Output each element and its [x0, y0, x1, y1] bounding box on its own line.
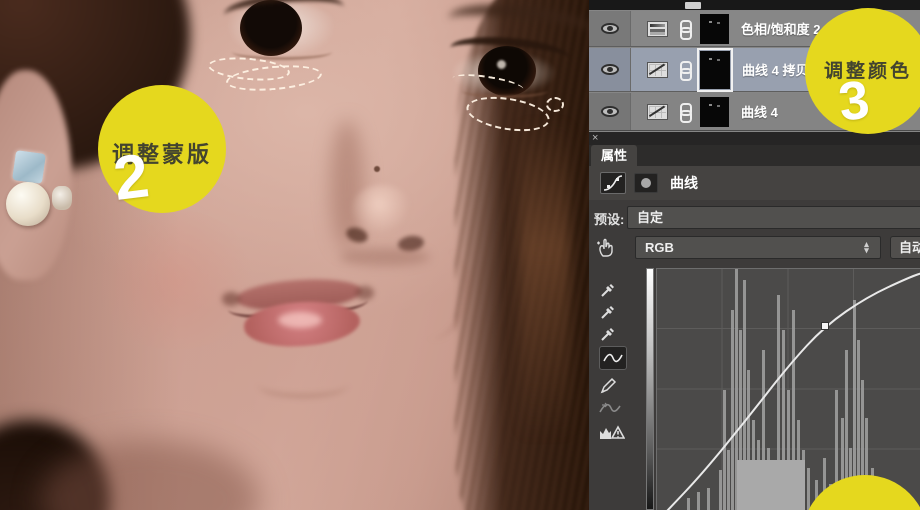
visibility-cell[interactable]	[589, 11, 631, 46]
layers-panel: 色相/饱和度 2 曲线 4 拷贝 曲线 4 调整颜色 3	[589, 0, 920, 134]
curve-grid[interactable]: 调整曲线 1	[656, 268, 920, 510]
mask-paint-dots	[709, 20, 712, 23]
mask-paint-dots	[709, 103, 712, 106]
link-mask-icon	[678, 20, 692, 40]
tone-curve[interactable]	[657, 269, 920, 510]
dropdown-stepper-icon[interactable]: ▴ ▾	[860, 240, 873, 255]
hue-saturation-adjustment-icon[interactable]	[647, 20, 668, 37]
curves-adjustment-icon[interactable]	[647, 103, 668, 120]
mask-circle	[641, 178, 651, 188]
curves-tool-column	[589, 262, 643, 510]
nose-tip	[352, 185, 412, 233]
annotation-circle-mask: 调整蒙版 2	[98, 85, 226, 214]
panels-column: 色相/饱和度 2 曲线 4 拷贝 曲线 4 调整颜色 3 × 属性 曲线 预设:…	[589, 0, 920, 510]
panel-tab-bar: 属性	[589, 145, 920, 166]
photoshop-tutorial-screenshot: 调整蒙版 2 色相/饱和度 2 曲线 4 拷贝 曲线 4 调整颜色 3 × 属性…	[0, 0, 920, 510]
tab-properties[interactable]: 属性	[591, 145, 638, 166]
properties-panel: × 属性 曲线 预设: 自定 RGB ▴ ▾ 自	[589, 132, 920, 510]
eye-icon[interactable]	[600, 106, 619, 117]
lip-highlight	[278, 312, 322, 328]
layer-thumbnail	[685, 2, 701, 9]
curves-adjustment-icon[interactable]	[647, 61, 668, 78]
layer-name[interactable]: 曲线 4	[741, 102, 778, 121]
close-icon[interactable]: ×	[592, 132, 598, 145]
curve-control-point[interactable]	[821, 322, 829, 330]
channel-value: RGB	[645, 240, 674, 255]
adjustment-title: 曲线	[670, 175, 698, 191]
preset-dropdown[interactable]: 自定	[627, 206, 920, 229]
preset-row: 预设: 自定	[589, 204, 920, 232]
link-mask-icon	[678, 103, 692, 123]
annotation-number: 2	[109, 141, 153, 214]
channel-row: RGB ▴▾ 自动	[589, 234, 920, 262]
earring	[12, 150, 46, 184]
curve-point-tool-icon[interactable]	[599, 346, 627, 370]
curves-panel-icon[interactable]	[600, 172, 626, 194]
gray-point-eyedropper-icon[interactable]	[599, 300, 629, 324]
mask-paint-dots	[709, 57, 712, 60]
hair-highlight	[520, 120, 570, 440]
layer-mask-thumbnail-selected[interactable]	[697, 47, 733, 92]
clipping-warning-icon[interactable]	[599, 420, 629, 444]
layer-mask-thumbnail[interactable]	[700, 96, 729, 127]
pencil-tool-icon[interactable]	[599, 374, 629, 398]
layer-name[interactable]: 色相/饱和度 2	[741, 19, 820, 38]
eye-icon[interactable]	[600, 23, 619, 34]
smooth-curve-tool-icon[interactable]	[599, 396, 629, 420]
mole	[374, 166, 380, 172]
canvas-photo: 调整蒙版 2	[0, 0, 589, 510]
adjustment-header: 曲线	[589, 166, 920, 200]
pearl-earring	[6, 182, 50, 226]
luminance-gradient-bar	[646, 268, 654, 510]
visibility-cell[interactable]	[589, 93, 631, 130]
white-point-eyedropper-icon[interactable]	[599, 322, 629, 346]
auto-button[interactable]: 自动	[890, 236, 920, 259]
annotation-circle-color: 调整颜色 3	[805, 8, 920, 134]
visibility-cell[interactable]	[589, 48, 631, 91]
mouth-corner	[222, 292, 240, 306]
layer-mask-thumbnail[interactable]	[700, 13, 729, 44]
preset-label: 预设:	[594, 212, 625, 227]
mask-panel-icon[interactable]	[634, 173, 658, 193]
annotation-number: 3	[835, 69, 873, 133]
channel-dropdown[interactable]: RGB ▴ ▾	[635, 236, 881, 259]
chin-crease	[258, 372, 348, 398]
marching-ants-selection	[546, 97, 564, 112]
preset-value: 自定	[637, 210, 664, 225]
link-mask-icon	[678, 61, 692, 81]
nose-base-shadow	[340, 248, 430, 266]
cheek-blush	[90, 210, 260, 350]
targeted-adjustment-icon[interactable]	[595, 236, 625, 260]
eye-icon[interactable]	[600, 64, 619, 75]
mouth-corner	[356, 286, 374, 300]
layer-name[interactable]: 曲线 4 拷贝	[742, 60, 808, 79]
earring-crystal	[52, 186, 72, 210]
black-point-eyedropper-icon[interactable]	[599, 278, 629, 302]
